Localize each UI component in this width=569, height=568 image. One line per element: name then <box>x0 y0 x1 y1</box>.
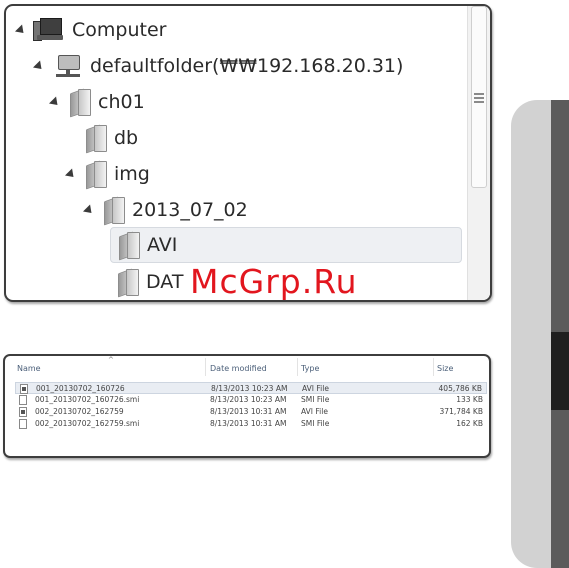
vertical-scrollbar[interactable] <box>467 6 490 300</box>
sort-ascending-icon: ^ <box>108 356 114 364</box>
tree-item-img[interactable]: img <box>64 156 150 192</box>
tree-item-label: img <box>114 163 150 185</box>
smi-file-icon <box>19 395 27 405</box>
folder-tree-panel: Computer defaultfolder(₩₩192.168.20.31) … <box>4 4 492 302</box>
tree-item-label: DAT <box>146 271 184 293</box>
tree-item-label: ch01 <box>98 91 145 113</box>
smi-file-icon <box>19 419 27 429</box>
watermark: McGrp.Ru <box>190 262 358 301</box>
tree-item-computer[interactable]: Computer <box>14 12 167 48</box>
tree-item-label: defaultfolder(₩₩192.168.20.31) <box>90 55 404 77</box>
expand-arrow-icon[interactable] <box>82 203 96 217</box>
avi-file-icon <box>19 407 27 417</box>
folder-icon <box>119 231 140 261</box>
side-tab-marker <box>551 332 569 410</box>
folder-icon <box>70 88 91 118</box>
column-header-type[interactable]: Type <box>301 364 319 373</box>
avi-file-icon <box>20 384 28 394</box>
network-drive-icon <box>54 54 82 78</box>
tree-item-label: AVI <box>147 234 178 256</box>
tree-item-dat[interactable]: DAT <box>118 264 183 300</box>
file-row[interactable]: 001_20130702_160726 8/13/2013 10:23 AM A… <box>15 382 487 394</box>
expand-arrow-icon[interactable] <box>48 95 62 109</box>
tree-item-db[interactable]: db <box>66 120 138 156</box>
folder-icon <box>86 160 107 190</box>
folder-icon <box>86 124 107 154</box>
file-row[interactable]: 001_20130702_160726.smi 8/13/2013 10:23 … <box>15 394 487 406</box>
file-list-panel: ^ Name Date modified Type Size 001_20130… <box>3 354 491 458</box>
folder-icon <box>118 268 139 298</box>
column-header-date[interactable]: Date modified <box>210 364 267 373</box>
scroll-thumb[interactable] <box>471 6 487 188</box>
column-header-row: ^ Name Date modified Type Size <box>5 356 489 380</box>
expand-arrow-icon[interactable] <box>64 167 78 181</box>
expand-arrow-icon[interactable] <box>14 23 28 37</box>
folder-icon <box>104 196 125 226</box>
expand-arrow-icon[interactable] <box>32 59 46 73</box>
file-row[interactable]: 002_20130702_162759.smi 8/13/2013 10:31 … <box>15 418 487 430</box>
computer-icon <box>33 18 64 42</box>
tree-item-ch01[interactable]: ch01 <box>48 84 145 120</box>
tree-item-label: 2013_07_02 <box>132 199 248 221</box>
tree-item-2013-07-02[interactable]: 2013_07_02 <box>82 192 248 228</box>
tree-item-defaultfolder[interactable]: defaultfolder(₩₩192.168.20.31) <box>32 48 404 84</box>
column-header-name[interactable]: Name <box>17 364 41 373</box>
tree-item-label: Computer <box>72 19 167 41</box>
file-row[interactable]: 002_20130702_162759 8/13/2013 10:31 AM A… <box>15 406 487 418</box>
tree-item-label: db <box>114 127 139 149</box>
side-tab <box>511 100 569 568</box>
column-header-size[interactable]: Size <box>437 364 453 373</box>
grip-icon <box>474 93 484 105</box>
tree-item-avi[interactable]: AVI <box>110 227 462 263</box>
